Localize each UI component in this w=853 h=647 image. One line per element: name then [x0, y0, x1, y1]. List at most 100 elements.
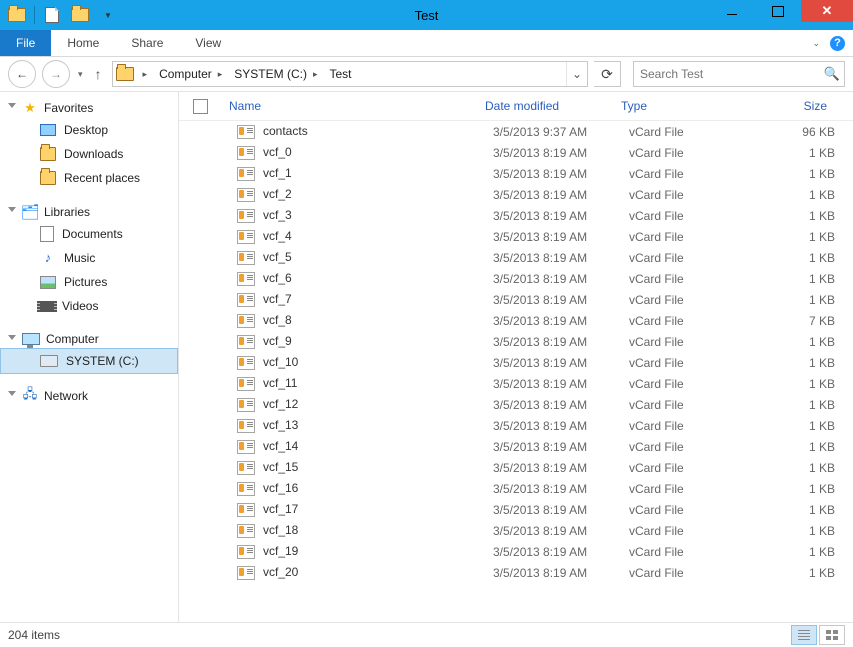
file-row[interactable]: vcf_93/5/2013 8:19 AMvCard File1 KB — [179, 331, 853, 352]
view-largeicons-button[interactable] — [819, 625, 845, 645]
file-name-cell[interactable]: vcf_8 — [229, 313, 485, 328]
file-row[interactable]: vcf_73/5/2013 8:19 AMvCard File1 KB — [179, 289, 853, 310]
tree-computer[interactable]: Computer — [0, 330, 178, 348]
address-history-button[interactable]: ⌄ — [566, 62, 587, 86]
back-button[interactable]: ← — [8, 60, 36, 88]
file-name-cell[interactable]: vcf_0 — [229, 145, 485, 160]
tree-item-downloads[interactable]: Downloads — [0, 142, 178, 166]
maximize-button[interactable] — [755, 0, 801, 22]
file-name-cell[interactable]: vcf_13 — [229, 418, 485, 433]
file-name-cell[interactable]: vcf_3 — [229, 208, 485, 223]
search-box[interactable]: 🔍 — [633, 61, 845, 87]
file-name-cell[interactable]: vcf_12 — [229, 397, 485, 412]
file-name-cell[interactable]: vcf_2 — [229, 187, 485, 202]
file-name-cell[interactable]: vcf_1 — [229, 166, 485, 181]
search-icon[interactable]: 🔍 — [820, 66, 844, 82]
file-row[interactable]: vcf_23/5/2013 8:19 AMvCard File1 KB — [179, 184, 853, 205]
file-row[interactable]: vcf_13/5/2013 8:19 AMvCard File1 KB — [179, 163, 853, 184]
qat-properties-button[interactable] — [41, 4, 63, 26]
file-date-cell: 3/5/2013 8:19 AM — [485, 419, 621, 433]
breadcrumb-computer[interactable]: Computer▸ — [153, 67, 228, 81]
file-name-cell[interactable]: vcf_5 — [229, 250, 485, 265]
file-row[interactable]: vcf_153/5/2013 8:19 AMvCard File1 KB — [179, 457, 853, 478]
tree-favorites[interactable]: ★Favorites — [0, 98, 178, 118]
file-row[interactable]: vcf_53/5/2013 8:19 AMvCard File1 KB — [179, 247, 853, 268]
column-header-checkbox[interactable] — [179, 99, 221, 114]
up-button[interactable]: ↑ — [91, 66, 106, 82]
file-name-cell[interactable]: vcf_16 — [229, 481, 485, 496]
column-header-size[interactable]: Size — [739, 99, 835, 113]
help-button[interactable]: ? — [830, 36, 845, 51]
window-icon[interactable] — [6, 4, 28, 26]
breadcrumb-folder[interactable]: Test — [323, 67, 357, 81]
file-name-cell[interactable]: vcf_11 — [229, 376, 485, 391]
file-name-cell[interactable]: contacts — [229, 124, 485, 139]
column-header-date[interactable]: Date modified — [477, 99, 613, 113]
tree-item-system-drive[interactable]: SYSTEM (C:) — [0, 348, 178, 374]
address-icon[interactable] — [113, 67, 137, 81]
file-row[interactable]: vcf_43/5/2013 8:19 AMvCard File1 KB — [179, 226, 853, 247]
tab-file[interactable]: File — [0, 30, 51, 56]
file-row[interactable]: contacts3/5/2013 9:37 AMvCard File96 KB — [179, 121, 853, 142]
tab-home[interactable]: Home — [51, 30, 115, 56]
file-row[interactable]: vcf_83/5/2013 8:19 AMvCard File7 KB — [179, 310, 853, 331]
file-row[interactable]: vcf_123/5/2013 8:19 AMvCard File1 KB — [179, 394, 853, 415]
breadcrumb-root-caret[interactable]: ▸ — [137, 69, 154, 80]
desktop-icon — [40, 124, 56, 136]
file-row[interactable]: vcf_103/5/2013 8:19 AMvCard File1 KB — [179, 352, 853, 373]
file-name-cell[interactable]: vcf_4 — [229, 229, 485, 244]
address-bar[interactable]: ▸ Computer▸ SYSTEM (C:)▸ Test ⌄ — [112, 61, 588, 87]
music-icon: ♪ — [40, 250, 56, 266]
file-row[interactable]: vcf_143/5/2013 8:19 AMvCard File1 KB — [179, 436, 853, 457]
file-row[interactable]: vcf_33/5/2013 8:19 AMvCard File1 KB — [179, 205, 853, 226]
minimize-button[interactable] — [709, 0, 755, 22]
file-name-cell[interactable]: vcf_17 — [229, 502, 485, 517]
file-name-cell[interactable]: vcf_6 — [229, 271, 485, 286]
tree-item-desktop[interactable]: Desktop — [0, 118, 178, 142]
file-row[interactable]: vcf_203/5/2013 8:19 AMvCard File1 KB — [179, 562, 853, 583]
navigation-pane[interactable]: ★Favorites Desktop Downloads Recent plac… — [0, 92, 179, 622]
file-list[interactable]: contacts3/5/2013 9:37 AMvCard File96 KBv… — [179, 121, 853, 622]
forward-button[interactable]: → — [42, 60, 70, 88]
tab-view[interactable]: View — [179, 30, 237, 56]
file-name-cell[interactable]: vcf_14 — [229, 439, 485, 454]
search-input[interactable] — [634, 67, 820, 81]
file-row[interactable]: vcf_183/5/2013 8:19 AMvCard File1 KB — [179, 520, 853, 541]
tree-item-pictures[interactable]: Pictures — [0, 270, 178, 294]
close-button[interactable]: ✕ — [801, 0, 853, 22]
file-name-cell[interactable]: vcf_18 — [229, 523, 485, 538]
file-row[interactable]: vcf_173/5/2013 8:19 AMvCard File1 KB — [179, 499, 853, 520]
column-header-type[interactable]: Type — [613, 99, 739, 113]
file-row[interactable]: vcf_03/5/2013 8:19 AMvCard File1 KB — [179, 142, 853, 163]
file-name-cell[interactable]: vcf_19 — [229, 544, 485, 559]
qat-customize-button[interactable]: ▼ — [97, 4, 119, 26]
file-name: vcf_0 — [263, 145, 292, 159]
history-dropdown[interactable]: ▾ — [76, 69, 85, 80]
refresh-button[interactable]: ⟳ — [594, 61, 621, 87]
file-name-cell[interactable]: vcf_9 — [229, 334, 485, 349]
file-name-cell[interactable]: vcf_20 — [229, 565, 485, 580]
ribbon-collapse-button[interactable]: ⌄ — [812, 38, 820, 49]
tree-item-videos[interactable]: Videos — [0, 294, 178, 318]
file-type-cell: vCard File — [621, 146, 747, 160]
file-row[interactable]: vcf_113/5/2013 8:19 AMvCard File1 KB — [179, 373, 853, 394]
tree-item-music[interactable]: ♪Music — [0, 246, 178, 270]
tree-network[interactable]: 🖧Network — [0, 386, 178, 406]
file-row[interactable]: vcf_63/5/2013 8:19 AMvCard File1 KB — [179, 268, 853, 289]
titlebar: ▼ Test ✕ — [0, 0, 853, 30]
file-name-cell[interactable]: vcf_10 — [229, 355, 485, 370]
file-row[interactable]: vcf_133/5/2013 8:19 AMvCard File1 KB — [179, 415, 853, 436]
tree-libraries[interactable]: 🗂Libraries — [0, 202, 178, 222]
column-header-name[interactable]: Name — [221, 99, 477, 113]
view-details-button[interactable] — [791, 625, 817, 645]
file-name: vcf_1 — [263, 166, 292, 180]
tree-item-documents[interactable]: Documents — [0, 222, 178, 246]
file-name-cell[interactable]: vcf_7 — [229, 292, 485, 307]
file-row[interactable]: vcf_163/5/2013 8:19 AMvCard File1 KB — [179, 478, 853, 499]
tree-item-recent[interactable]: Recent places — [0, 166, 178, 190]
file-row[interactable]: vcf_193/5/2013 8:19 AMvCard File1 KB — [179, 541, 853, 562]
breadcrumb-drive[interactable]: SYSTEM (C:)▸ — [228, 67, 323, 81]
tab-share[interactable]: Share — [115, 30, 179, 56]
file-name-cell[interactable]: vcf_15 — [229, 460, 485, 475]
qat-newfolder-button[interactable] — [69, 4, 91, 26]
